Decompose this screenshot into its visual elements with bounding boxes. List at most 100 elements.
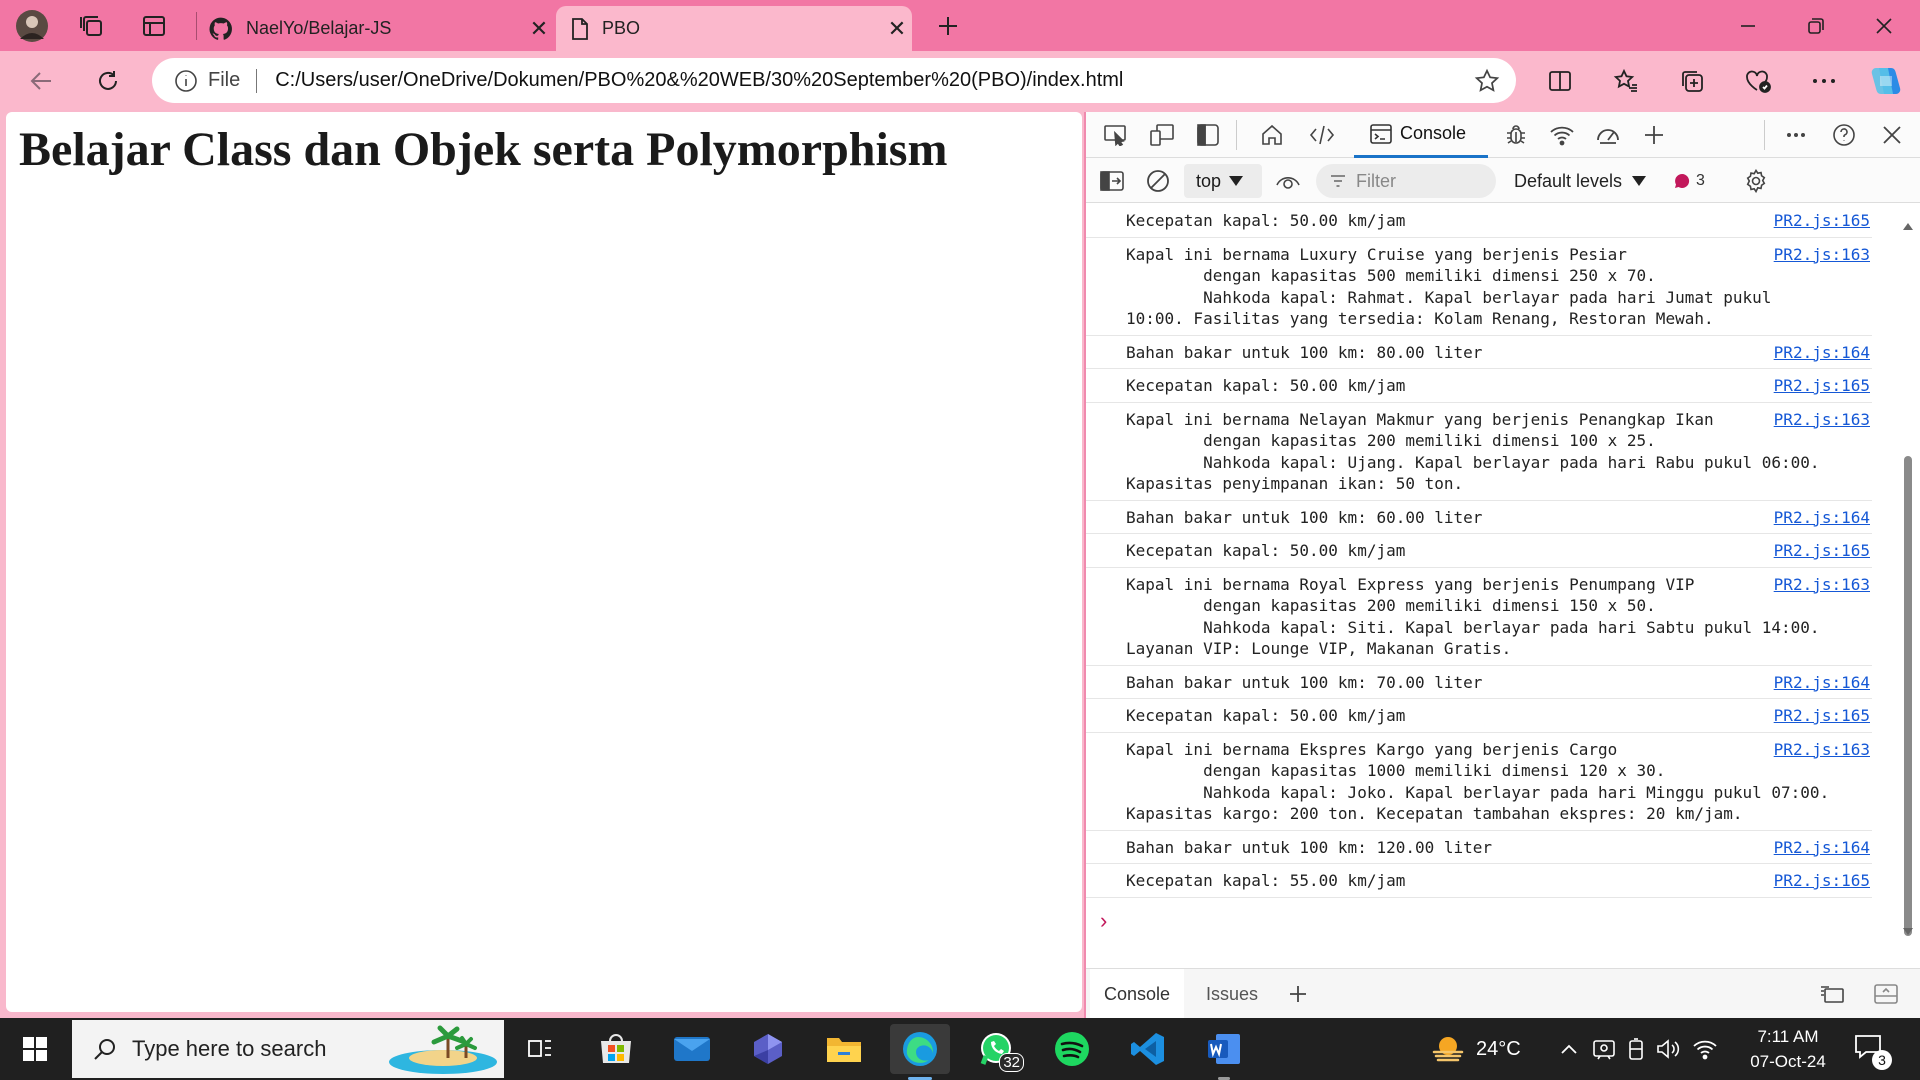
more-tools-plus-icon[interactable] <box>1638 119 1670 151</box>
console-message-text: Bahan bakar untuk 100 km: 80.00 liter <box>1126 342 1483 362</box>
url-text[interactable]: C:/Users/user/OneDrive/Dokumen/PBO%20&%2… <box>275 69 1123 92</box>
notifications-icon[interactable]: 3 <box>1852 1030 1892 1070</box>
show-sidebar-icon[interactable] <box>1096 165 1128 197</box>
welcome-home-icon[interactable] <box>1256 119 1288 151</box>
context-selector[interactable]: top <box>1184 164 1262 198</box>
scroll-up-icon[interactable] <box>1902 222 1914 232</box>
source-link[interactable]: PR2.js:165 <box>1774 375 1870 397</box>
more-options-icon[interactable] <box>1804 61 1844 101</box>
source-link[interactable]: PR2.js:164 <box>1774 507 1870 529</box>
divider <box>256 68 258 93</box>
windows-start-icon[interactable] <box>0 1018 70 1080</box>
copilot-taskbar-icon[interactable] <box>738 1024 798 1074</box>
tab-console[interactable]: Console <box>1354 112 1488 158</box>
source-link[interactable]: PR2.js:165 <box>1774 210 1870 232</box>
sources-bug-icon[interactable] <box>1500 119 1532 151</box>
live-expression-eye-icon[interactable] <box>1272 165 1304 197</box>
volume-icon[interactable] <box>1656 1038 1680 1060</box>
clear-console-icon[interactable] <box>1142 165 1174 197</box>
chevron-up-icon[interactable] <box>1560 1043 1578 1055</box>
help-icon[interactable] <box>1828 119 1860 151</box>
source-link[interactable]: PR2.js:164 <box>1774 837 1870 859</box>
back-icon[interactable] <box>22 61 62 101</box>
vscode-icon[interactable] <box>1118 1024 1178 1074</box>
battery-icon[interactable] <box>1628 1037 1644 1061</box>
performance-icon[interactable] <box>1592 119 1624 151</box>
console-message: Kecepatan kapal: 50.00 km/jam PR2.js:165 <box>1086 204 1872 238</box>
split-screen-icon[interactable] <box>1540 61 1580 101</box>
console-message: Kecepatan kapal: 50.00 km/jam PR2.js:165 <box>1086 369 1872 403</box>
source-link[interactable]: PR2.js:164 <box>1774 342 1870 364</box>
quick-view-icon[interactable] <box>1816 978 1848 1010</box>
network-wifi-icon[interactable] <box>1546 119 1578 151</box>
console-message-text: Kapal ini bernama Ekspres Kargo yang ber… <box>1126 739 1830 824</box>
source-link[interactable]: PR2.js:163 <box>1774 244 1870 266</box>
task-view-icon[interactable] <box>510 1024 570 1074</box>
new-tab-icon[interactable] <box>930 8 966 44</box>
file-explorer-icon[interactable] <box>814 1024 874 1074</box>
inspect-element-icon[interactable] <box>1100 119 1132 151</box>
spotify-icon[interactable] <box>1042 1024 1102 1074</box>
console-prompt-icon[interactable]: › <box>1100 908 1107 934</box>
meet-now-icon[interactable] <box>1592 1038 1616 1060</box>
drawer-tab-console[interactable]: Console <box>1090 969 1185 1019</box>
favorite-star-icon[interactable] <box>1474 68 1500 94</box>
navigation-toolbar: File C:/Users/user/OneDrive/Dokumen/PBO%… <box>0 51 1920 110</box>
source-link[interactable]: PR2.js:165 <box>1774 870 1870 892</box>
weather-widget[interactable]: 24°C <box>1430 1018 1521 1080</box>
tab-pbo[interactable]: PBO ✕ <box>556 6 912 51</box>
source-link[interactable]: PR2.js:164 <box>1774 672 1870 694</box>
refresh-icon[interactable] <box>88 61 128 101</box>
scroll-down-icon[interactable] <box>1902 926 1914 936</box>
source-link[interactable]: PR2.js:163 <box>1774 409 1870 431</box>
customize-more-icon[interactable] <box>1780 119 1812 151</box>
profile-avatar[interactable] <box>14 8 50 44</box>
copilot-icon[interactable] <box>1866 61 1906 101</box>
microsoft-store-icon[interactable] <box>586 1024 646 1074</box>
tab-actions-icon[interactable] <box>136 8 172 44</box>
dock-drawer-icon[interactable] <box>1870 978 1902 1010</box>
close-icon[interactable]: ✕ <box>524 14 554 44</box>
filter-input[interactable]: Filter <box>1316 164 1496 198</box>
address-bar[interactable]: File C:/Users/user/OneDrive/Dokumen/PBO%… <box>152 58 1516 103</box>
wifi-icon[interactable] <box>1692 1038 1718 1060</box>
console-settings-gear-icon[interactable] <box>1740 165 1772 197</box>
edge-browser-icon[interactable] <box>890 1024 950 1080</box>
whatsapp-icon[interactable]: 32 <box>966 1024 1026 1074</box>
issues-badge[interactable]: 3 <box>1674 164 1705 198</box>
add-drawer-tab-icon[interactable] <box>1274 969 1322 1019</box>
search-placeholder: Type here to search <box>132 1036 327 1061</box>
log-levels-dropdown[interactable]: Default levels <box>1514 164 1647 198</box>
source-link[interactable]: PR2.js:163 <box>1774 739 1870 761</box>
sun-haze-icon <box>1430 1034 1466 1064</box>
favorites-icon[interactable] <box>1606 61 1646 101</box>
minimize-icon[interactable] <box>1714 0 1782 51</box>
collections-icon[interactable] <box>1672 61 1712 101</box>
chevron-down-icon <box>1229 176 1244 186</box>
device-emulation-icon[interactable] <box>1146 119 1178 151</box>
restore-icon[interactable] <box>1782 0 1850 51</box>
source-link[interactable]: PR2.js:165 <box>1774 540 1870 562</box>
mail-icon[interactable] <box>662 1024 722 1074</box>
dock-side-icon[interactable] <box>1192 119 1224 151</box>
clock-date: 07-Oct-24 <box>1750 1052 1826 1071</box>
close-devtools-icon[interactable] <box>1876 119 1908 151</box>
console-message-text: Kecepatan kapal: 50.00 km/jam <box>1126 706 1406 725</box>
word-icon[interactable] <box>1194 1024 1254 1080</box>
info-icon[interactable] <box>174 69 198 93</box>
workspaces-icon[interactable] <box>74 8 110 44</box>
source-link[interactable]: PR2.js:163 <box>1774 574 1870 596</box>
issues-count: 3 <box>1696 172 1705 189</box>
source-link[interactable]: PR2.js:165 <box>1774 705 1870 727</box>
close-window-icon[interactable] <box>1850 0 1918 51</box>
scroll-thumb[interactable] <box>1904 456 1912 936</box>
close-icon[interactable]: ✕ <box>882 14 912 44</box>
drawer-tab-issues[interactable]: Issues <box>1192 969 1272 1019</box>
tab-github[interactable]: NaelYo/Belajar-JS ✕ <box>202 6 554 51</box>
system-clock[interactable]: 7:11 AM 07-Oct-24 <box>1740 1024 1836 1074</box>
elements-icon[interactable] <box>1306 119 1338 151</box>
console-scrollbar[interactable] <box>1902 222 1914 936</box>
taskbar-search[interactable]: Type here to search <box>72 1020 504 1078</box>
browser-essentials-icon[interactable] <box>1738 61 1778 101</box>
console-message-text: Kecepatan kapal: 50.00 km/jam <box>1126 211 1406 230</box>
